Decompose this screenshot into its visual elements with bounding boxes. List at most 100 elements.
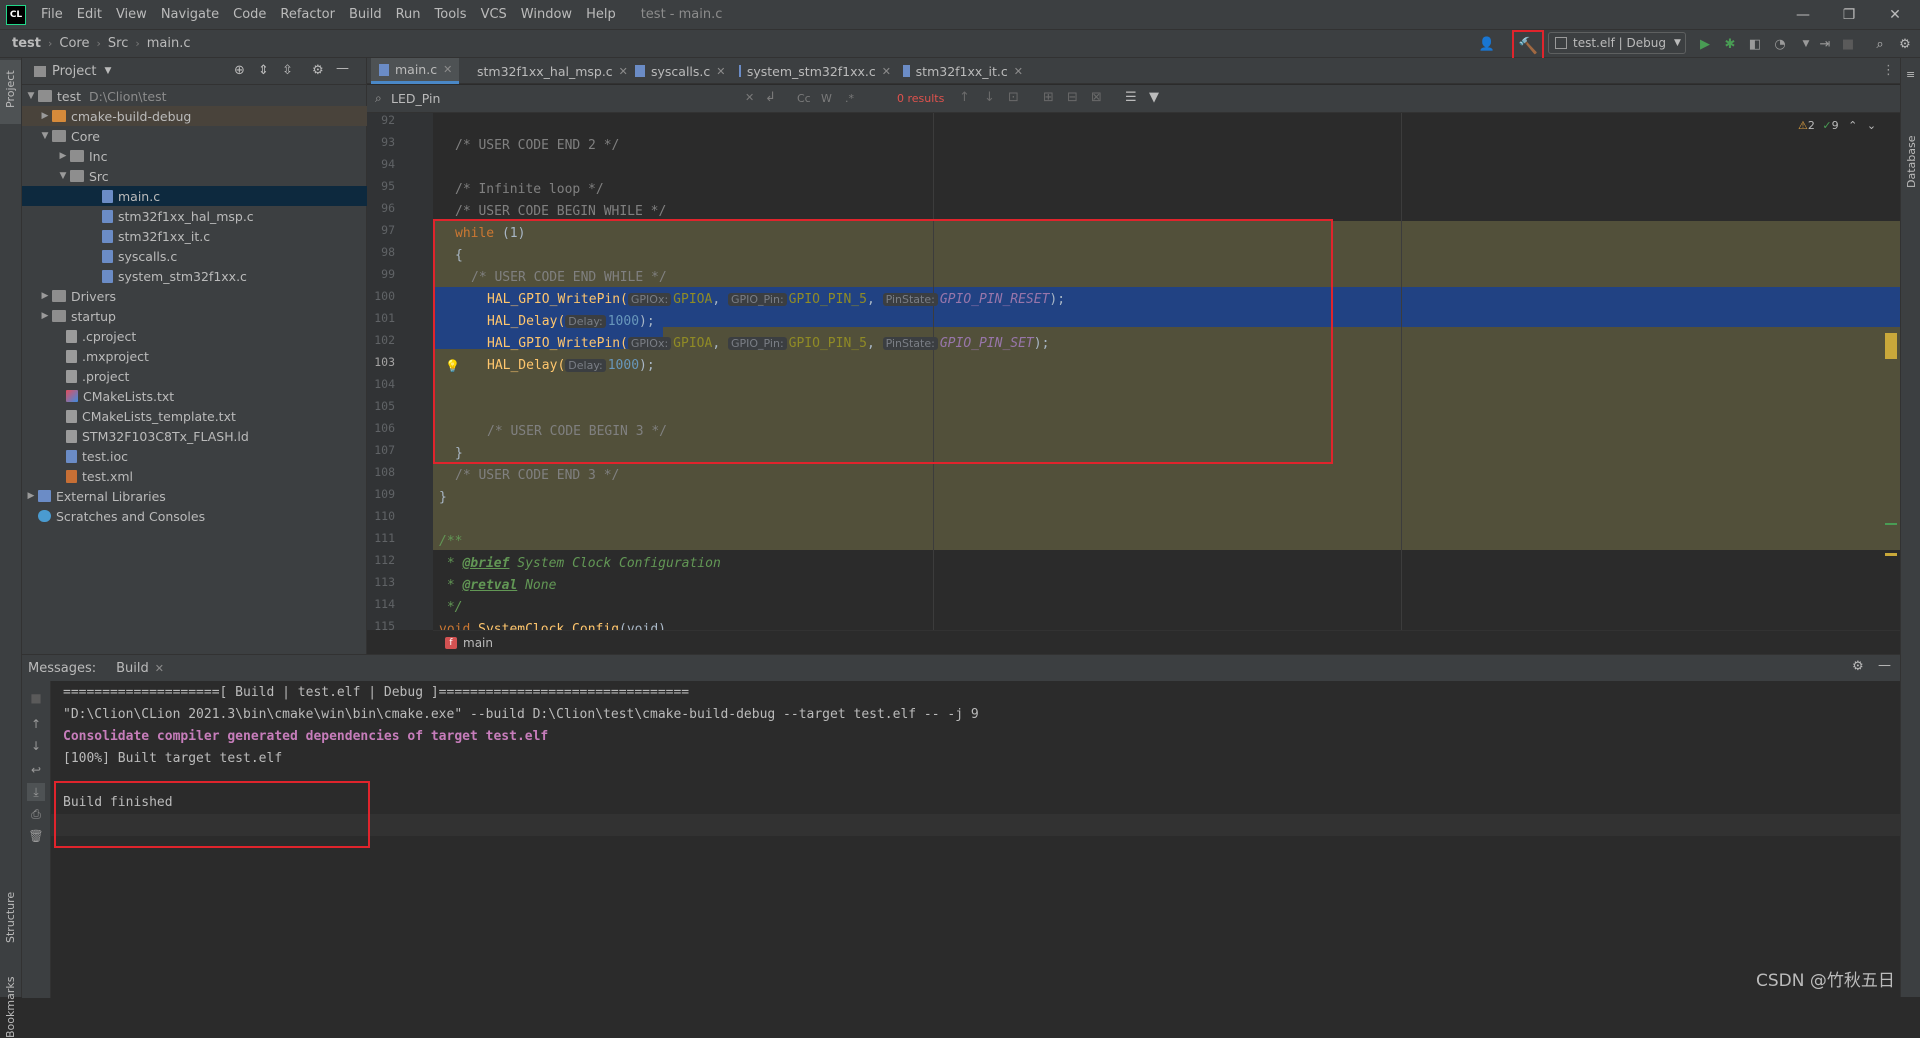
tree-root-test[interactable]: ▼ test D:\Clion\test [22, 86, 367, 106]
search-input[interactable]: LED_Pin [391, 91, 440, 106]
tree-item-src[interactable]: ▼ Src [22, 166, 401, 186]
tree-item-flash-ld[interactable]: STM32F103C8Tx_FLASH.ld [22, 426, 411, 446]
chevron-down-icon[interactable]: ▼ [24, 91, 38, 101]
close-tab-icon[interactable]: ✕ [443, 63, 452, 76]
menu-tools[interactable]: Tools [428, 7, 474, 22]
select-all-icon[interactable]: ⊠ [1091, 90, 1102, 105]
add-selection-icon[interactable]: ⊞ [1043, 90, 1054, 105]
chevron-right-icon[interactable]: ▶ [38, 291, 52, 301]
filter-icon[interactable]: ▼ [1149, 90, 1159, 105]
print-icon[interactable]: ⎙ [27, 805, 45, 823]
close-tab-icon[interactable]: ✕ [155, 662, 164, 675]
filter-results-icon[interactable]: ☰ [1125, 90, 1137, 105]
stop-icon[interactable]: ■ [1838, 34, 1858, 54]
tree-item-cproject[interactable]: .cproject [22, 326, 411, 346]
tree-item-cmake-build-debug[interactable]: ▶ cmake-build-debug [22, 106, 383, 126]
coverage-icon[interactable]: ◧ [1745, 34, 1765, 54]
close-tab-icon[interactable]: ✕ [716, 65, 725, 78]
tree-item-inc[interactable]: ▶ Inc [22, 146, 401, 166]
stop-icon[interactable]: ■ [27, 689, 45, 707]
chevron-down-icon[interactable]: ▼ [56, 171, 70, 181]
chevron-right-icon[interactable]: ▶ [24, 491, 38, 501]
scroll-to-end-icon[interactable]: ⤓ [27, 783, 45, 801]
tree-item-core[interactable]: ▼ Core [22, 126, 383, 146]
menu-edit[interactable]: Edit [70, 7, 109, 22]
new-line-icon[interactable]: ↲ [765, 90, 776, 105]
chevron-right-icon[interactable]: ▶ [56, 151, 70, 161]
editor-breadcrumb-function[interactable]: main [463, 636, 493, 650]
menu-refactor[interactable]: Refactor [273, 7, 342, 22]
run-icon[interactable]: ▶ [1695, 34, 1715, 54]
tree-item-test-ioc[interactable]: test.ioc [22, 446, 411, 466]
menu-help[interactable]: Help [579, 7, 623, 22]
collapse-all-icon[interactable]: ⇳ [282, 63, 293, 78]
locate-file-icon[interactable]: ⊕ [234, 63, 245, 78]
match-case-toggle[interactable]: Cc [797, 92, 811, 105]
more-run-chevron-icon[interactable]: ▼ [1796, 34, 1816, 54]
tree-item-external-libraries[interactable]: ▶ External Libraries [22, 486, 369, 506]
menu-navigate[interactable]: Navigate [154, 7, 226, 22]
previous-message-icon[interactable]: ↑ [27, 715, 45, 733]
database-tool-label[interactable]: Database [1905, 136, 1918, 189]
clear-search-icon[interactable]: ✕ [745, 91, 754, 104]
breadcrumb-file[interactable]: main.c [143, 36, 195, 51]
restore-button[interactable]: ❐ [1826, 0, 1872, 29]
tree-item-drivers[interactable]: ▶ Drivers [22, 286, 383, 306]
tab-hal-msp-c[interactable]: stm32f1xx_hal_msp.c ✕ [463, 58, 628, 84]
panel-settings-gear-icon[interactable]: ⚙ [312, 63, 324, 78]
chevron-right-icon[interactable]: ▶ [38, 311, 52, 321]
settings-gear-icon[interactable]: ⚙ [1895, 34, 1915, 54]
breadcrumb-project[interactable]: test [0, 36, 45, 51]
select-all-occurrences-icon[interactable]: ⊡ [1008, 90, 1019, 105]
remove-selection-icon[interactable]: ⊟ [1067, 90, 1078, 105]
search-icon[interactable]: ⌕ [1870, 34, 1890, 54]
debug-icon[interactable]: ✱ [1720, 34, 1740, 54]
tree-item-cmakelists-template[interactable]: CMakeLists_template.txt [22, 406, 411, 426]
project-tool-label[interactable]: Project [4, 70, 17, 108]
clear-all-icon[interactable]: 🗑 [27, 827, 45, 845]
bookmarks-tool-label[interactable]: Bookmarks [4, 977, 17, 1038]
chevron-down-icon[interactable]: ⌄ [1867, 119, 1876, 132]
tab-main-c[interactable]: main.c ✕ [371, 58, 459, 84]
tree-item-project[interactable]: .project [22, 366, 411, 386]
soft-wrap-icon[interactable]: ↩ [27, 761, 45, 779]
tree-item-startup[interactable]: ▶ startup [22, 306, 383, 326]
run-configuration-select[interactable]: test.elf | Debug ▼ [1548, 32, 1686, 54]
hide-panel-icon[interactable]: — [1878, 658, 1891, 673]
menu-build[interactable]: Build [342, 7, 389, 22]
tab-it-c[interactable]: stm32f1xx_it.c ✕ [895, 58, 1023, 84]
minimize-button[interactable]: — [1780, 0, 1826, 29]
project-view-select[interactable]: Project [52, 64, 96, 79]
user-icon[interactable]: 👤 [1477, 34, 1497, 54]
whole-words-toggle[interactable]: W [821, 92, 832, 105]
menu-run[interactable]: Run [389, 7, 428, 22]
regex-toggle[interactable]: .* [845, 92, 854, 105]
hide-panel-icon[interactable]: — [336, 61, 349, 76]
tab-syscalls-c[interactable]: syscalls.c ✕ [627, 58, 727, 84]
next-occurrence-icon[interactable]: ↓ [984, 90, 995, 105]
menu-view[interactable]: View [109, 7, 154, 22]
menu-vcs[interactable]: VCS [474, 7, 514, 22]
close-window-button[interactable]: ✕ [1872, 0, 1918, 29]
expand-all-icon[interactable]: ⇕ [258, 63, 269, 78]
chevron-right-icon[interactable]: ▶ [38, 111, 52, 121]
next-message-icon[interactable]: ↓ [27, 737, 45, 755]
menu-code[interactable]: Code [226, 7, 273, 22]
tab-build[interactable]: Build ✕ [110, 661, 170, 676]
menu-window[interactable]: Window [514, 7, 579, 22]
previous-occurrence-icon[interactable]: ↑ [959, 90, 970, 105]
tree-item-mxproject[interactable]: .mxproject [22, 346, 411, 366]
attach-icon[interactable]: ⇥ [1815, 34, 1835, 54]
close-tab-icon[interactable]: ✕ [882, 65, 891, 78]
tree-item-cmakelists[interactable]: CMakeLists.txt [22, 386, 411, 406]
tab-system-c[interactable]: system_stm32f1xx.c ✕ [731, 58, 891, 84]
tree-item-test-xml[interactable]: test.xml [22, 466, 411, 486]
menu-file[interactable]: File [34, 7, 70, 22]
tab-menu-icon[interactable]: ⋮ [1882, 63, 1895, 78]
tree-item-scratches[interactable]: Scratches and Consoles [22, 506, 383, 526]
breadcrumb-src[interactable]: Src [104, 36, 132, 51]
close-tab-icon[interactable]: ✕ [1014, 65, 1023, 78]
build-hammer-icon[interactable]: 🔨 [1512, 30, 1544, 61]
settings-gear-icon[interactable]: ⚙ [1852, 659, 1864, 674]
structure-tool-label[interactable]: Structure [4, 892, 17, 943]
